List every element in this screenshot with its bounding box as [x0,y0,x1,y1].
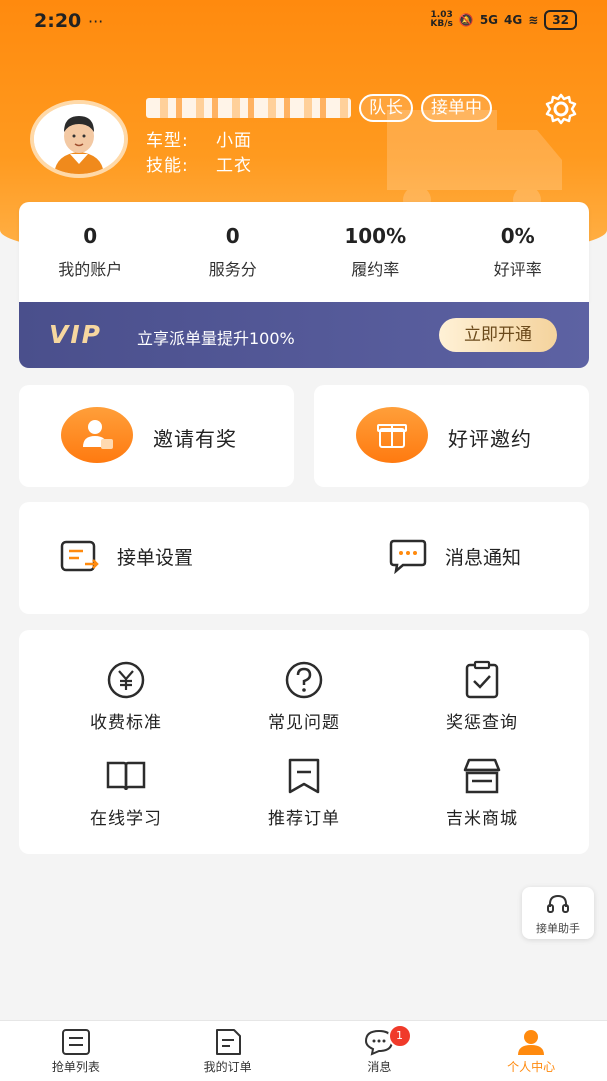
notification-icons: ··· [88,12,104,31]
tool-recommended-orders[interactable]: 推荐订单 [209,756,399,829]
tool-fee-standard[interactable]: 收费标准 [31,660,221,733]
order-assistant-button[interactable]: 接单助手 [522,887,594,939]
status-bar: 2:20 ··· 1.03 KB/s 🔕 5G 4G ≋ 32 [0,0,607,44]
vip-activate-button[interactable]: 立即开通 [439,318,557,352]
bookmark-icon [288,758,320,794]
tool-reward-penalty[interactable]: 奖惩查询 [387,660,577,733]
vip-logo: VIP [49,320,102,349]
bottom-tab-bar: 抢单列表 我的订单 1 消息 个人中心 [0,1020,607,1081]
book-icon [106,761,146,791]
stats-card: 0 我的账户 0 服务分 100% 履约率 0% 好评率 [19,202,589,302]
avatar[interactable] [30,100,128,178]
role-tag: 队长 [359,94,413,122]
order-settings-label: 接单设置 [117,546,194,569]
message-notify-item[interactable]: 消息通知 [387,538,521,574]
question-icon [285,661,323,699]
tools-grid-card: 收费标准 常见问题 奖惩查询 在线学习 推荐订单 吉米商城 [19,630,589,854]
vip-banner[interactable]: VIP 立享派单量提升100% 立即开通 [19,302,589,368]
document-icon [215,1029,241,1055]
tab-my-orders[interactable]: 我的订单 [152,1021,304,1081]
tool-jimi-mall[interactable]: 吉米商城 [387,756,577,829]
invite-reward-label: 邀请有奖 [153,427,237,451]
driver-avatar-icon [34,104,124,174]
clipboard-check-icon [465,660,499,699]
store-icon [463,758,501,794]
message-notify-label: 消息通知 [445,546,522,569]
order-settings-icon [60,540,99,572]
chat-bubble-icon [389,539,427,574]
mute-icon: 🔕 [458,13,474,27]
stat-good-review-rate[interactable]: 0% 好评率 [447,202,590,302]
review-invite-label: 好评邀约 [448,427,532,451]
status-right: 1.03 KB/s 🔕 5G 4G ≋ 32 [430,10,577,30]
status-tag: 接单中 [421,94,492,122]
tool-faq[interactable]: 常见问题 [209,660,399,733]
unread-badge: 1 [387,1024,412,1048]
stat-service-score[interactable]: 0 服务分 [162,202,305,302]
invite-icon-circle [61,407,133,463]
yen-icon [107,661,145,699]
stat-my-account[interactable]: 0 我的账户 [19,202,162,302]
tab-personal-center[interactable]: 个人中心 [455,1021,607,1081]
status-time: 2:20 [34,10,82,32]
skill-row: 技能: 工衣 [146,156,252,176]
list-icon [61,1029,90,1055]
tab-messages[interactable]: 1 消息 [304,1021,456,1081]
wifi-icon: ≋ [528,13,539,27]
tab-grab-orders[interactable]: 抢单列表 [0,1021,152,1081]
gift-icon [377,424,407,448]
name-line: 队长 接单中 [146,94,492,122]
signal-5g: 5G [479,13,499,27]
person-card-icon [83,420,113,449]
net-speed: 1.03 KB/s [430,10,453,29]
order-settings-item[interactable]: 接单设置 [59,538,193,574]
order-assistant-label: 接单助手 [536,922,580,935]
person-icon [518,1030,545,1055]
battery-indicator: 32 [544,10,577,30]
headset-icon [547,894,569,913]
settings-card: 接单设置 消息通知 [19,502,589,614]
masked-username [146,98,351,118]
stat-fulfillment-rate[interactable]: 100% 履约率 [304,202,447,302]
invite-reward-card[interactable]: 邀请有奖 [19,385,294,487]
vip-promo-text: 立享派单量提升100% [137,329,295,348]
tool-online-learning[interactable]: 在线学习 [31,756,221,829]
gift-icon-circle [356,407,428,463]
gear-icon[interactable] [544,92,578,126]
signal-4g: 4G [504,13,523,27]
vehicle-value: 小面 [216,131,252,151]
vehicle-row: 车型: 小面 [146,131,252,151]
review-invite-card[interactable]: 好评邀约 [314,385,589,487]
skill-value: 工衣 [216,156,252,176]
